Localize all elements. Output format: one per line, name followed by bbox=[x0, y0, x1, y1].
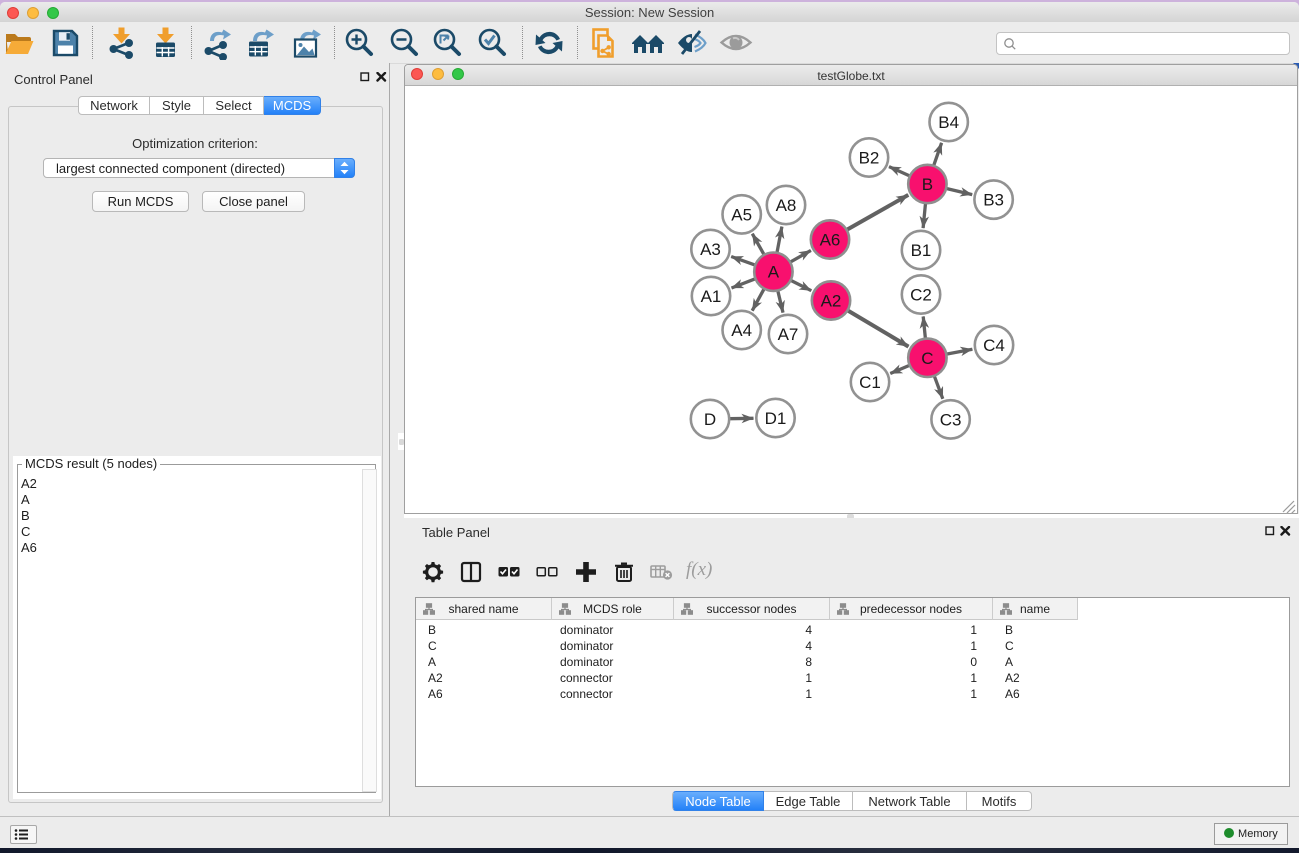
svg-text:A6: A6 bbox=[820, 231, 841, 250]
svg-text:B4: B4 bbox=[938, 113, 959, 132]
svg-text:A: A bbox=[768, 263, 780, 282]
svg-text:B1: B1 bbox=[911, 241, 932, 260]
svg-text:A5: A5 bbox=[731, 205, 752, 224]
svg-text:B: B bbox=[922, 175, 933, 194]
svg-text:D: D bbox=[704, 410, 716, 429]
svg-text:C: C bbox=[921, 349, 933, 368]
svg-text:A7: A7 bbox=[778, 325, 799, 344]
svg-text:C4: C4 bbox=[983, 336, 1005, 355]
svg-text:A1: A1 bbox=[701, 287, 722, 306]
svg-text:A3: A3 bbox=[700, 240, 721, 259]
svg-text:B3: B3 bbox=[983, 191, 1004, 210]
svg-text:C3: C3 bbox=[940, 410, 962, 429]
svg-text:B2: B2 bbox=[859, 149, 880, 168]
svg-text:A8: A8 bbox=[776, 196, 797, 215]
svg-text:C2: C2 bbox=[910, 286, 932, 305]
svg-text:C1: C1 bbox=[859, 373, 881, 392]
svg-text:A2: A2 bbox=[821, 292, 842, 311]
svg-text:D1: D1 bbox=[765, 409, 787, 428]
svg-text:A4: A4 bbox=[731, 321, 752, 340]
